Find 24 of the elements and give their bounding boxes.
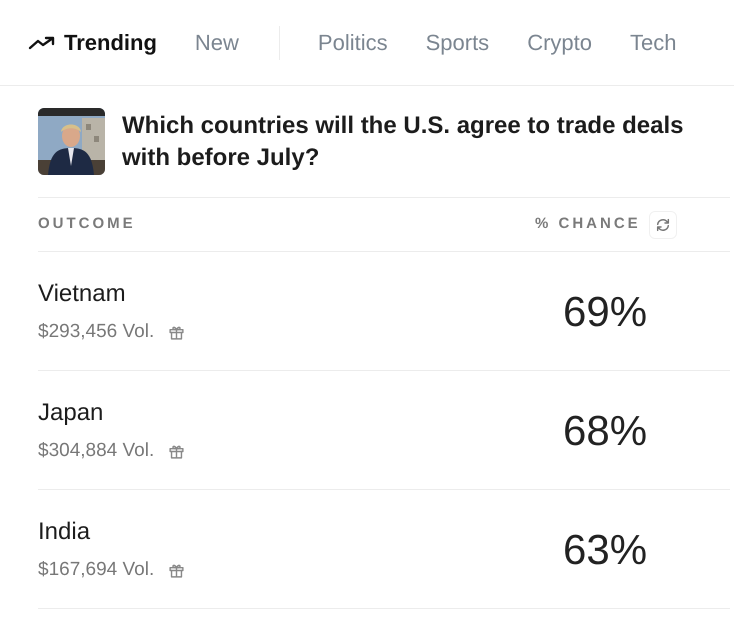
volume-text: $167,694 Vol. [38,558,154,582]
column-header: OUTCOME [38,214,137,234]
column-header: % CHANCE [535,214,641,234]
outcome-name: India [38,516,92,547]
refresh-icon [654,216,671,232]
category-tab[interactable]: New [194,26,239,59]
volume-text: $293,456 Vol. [38,320,154,344]
category-tab[interactable]: Tech [630,26,676,59]
chance-percent: 63% [563,524,648,574]
category-tab[interactable]: Trending [28,26,157,59]
chance-percent: 68% [563,406,648,456]
category-tab[interactable]: Sports [426,26,490,59]
volume-text: $304,884 Vol. [38,438,154,463]
trending-up-icon [28,34,56,50]
gift-icon [168,442,186,460]
category-tab[interactable]: Crypto [527,26,592,59]
outcome-name: Japan [38,398,104,428]
gift-icon [168,324,186,340]
outcome-name: Vietnam [38,278,127,309]
market-question: Which countries will the U.S. agree to trade deals with before July? [122,110,684,172]
category-tab[interactable]: Politics [318,26,388,59]
chance-percent: 69% [563,286,648,336]
refresh-button[interactable] [648,210,677,238]
gift-icon [168,562,186,578]
